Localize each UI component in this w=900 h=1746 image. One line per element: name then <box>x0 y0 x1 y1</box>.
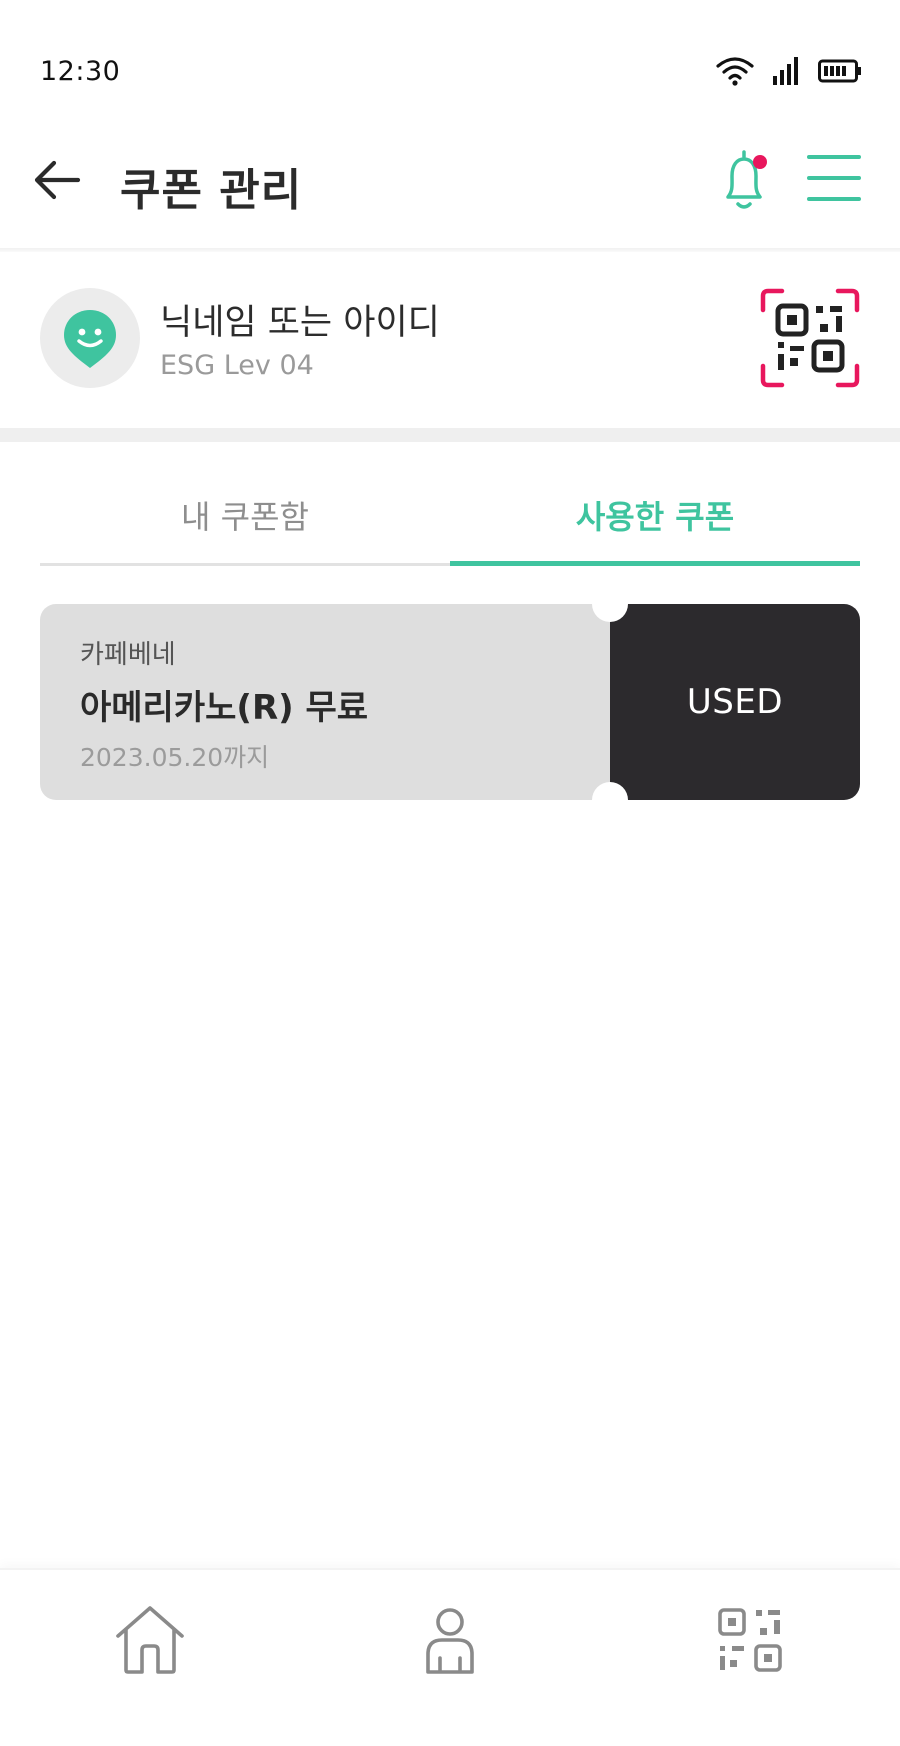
user-level: ESG Lev 04 <box>160 350 314 381</box>
tab-my-coupons[interactable]: 내 쿠폰함 <box>40 442 450 566</box>
coupon-name: 아메리카노(R) 무료 <box>80 688 369 728</box>
app-header: 쿠폰 관리 <box>0 110 900 248</box>
wifi-icon <box>716 57 754 86</box>
coupon-management-screen: 12:30 쿠폰 관리 닉네임 또는 아이디 ESG Lev 04 내 쿠폰함 … <box>0 0 900 1746</box>
tab-label: 사용한 쿠폰 <box>575 498 735 536</box>
person-icon <box>426 1608 474 1674</box>
avatar <box>40 288 140 388</box>
arrow-left-icon <box>34 160 81 200</box>
nav-home[interactable] <box>110 1600 190 1680</box>
coupon-status: USED <box>686 682 784 722</box>
back-button[interactable] <box>30 152 86 208</box>
profile-section: 닉네임 또는 아이디 ESG Lev 04 <box>0 252 900 428</box>
signal-icon <box>773 57 798 85</box>
coupon-expiry: 2023.05.20까지 <box>80 743 270 772</box>
coupon-brand: 카페베네 <box>80 640 176 670</box>
bottom-navigation <box>0 1568 900 1746</box>
section-divider <box>0 428 900 442</box>
qr-scan-button[interactable] <box>760 288 860 388</box>
bell-icon <box>726 150 767 209</box>
coupon-tabs: 내 쿠폰함 사용한 쿠폰 <box>40 442 860 566</box>
ticket-notch <box>592 586 628 622</box>
home-icon <box>116 1606 184 1674</box>
coupon-card[interactable]: 카페베네 아메리카노(R) 무료 2023.05.20까지 USED <box>40 586 860 818</box>
notification-button[interactable] <box>716 146 778 216</box>
smiley-pin-icon <box>64 310 116 368</box>
tab-underline <box>40 563 450 566</box>
tab-label: 내 쿠폰함 <box>181 498 309 536</box>
tab-active-indicator <box>450 561 860 566</box>
page-title: 쿠폰 관리 <box>120 165 303 216</box>
status-bar: 12:30 <box>0 0 900 110</box>
user-nickname: 닉네임 또는 아이디 <box>160 303 440 343</box>
coupon-info: 카페베네 아메리카노(R) 무료 2023.05.20까지 <box>40 604 610 800</box>
coupon-status-panel: USED <box>610 604 860 800</box>
nav-my-page[interactable] <box>410 1600 490 1680</box>
status-time: 12:30 <box>40 56 121 87</box>
qr-code-icon <box>718 1608 782 1672</box>
tab-used-coupons[interactable]: 사용한 쿠폰 <box>450 442 860 566</box>
hamburger-menu-icon <box>807 155 861 201</box>
qr-scan-icon <box>760 288 860 388</box>
menu-button[interactable] <box>806 150 862 206</box>
battery-icon <box>818 59 861 83</box>
status-icons <box>716 56 862 86</box>
nav-qr[interactable] <box>710 1600 790 1680</box>
ticket-notch <box>592 782 628 818</box>
